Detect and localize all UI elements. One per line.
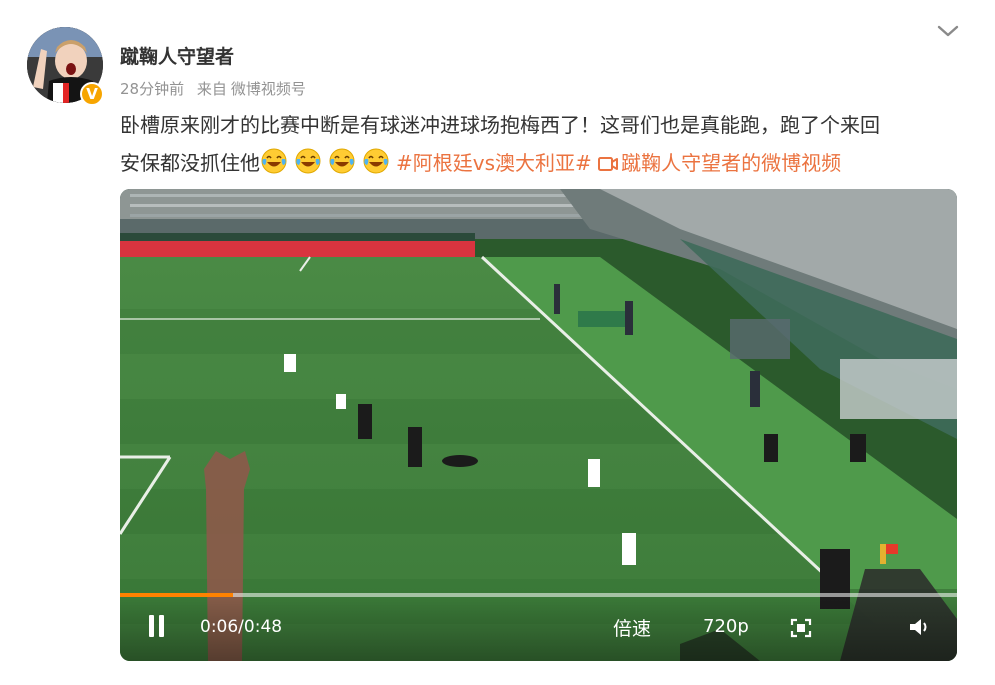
username[interactable]: 蹴鞠人守望者	[120, 42, 234, 69]
time-display: 0:06/0:48	[200, 617, 283, 637]
post-meta: 28分钟前 来自 微博视频号	[120, 78, 314, 99]
quality-button[interactable]: 720p	[703, 616, 749, 637]
emoji-group	[260, 148, 396, 175]
post-text-line2: 安保都没抓住他	[120, 151, 260, 175]
laughing-tears-emoji	[329, 148, 355, 174]
speed-button[interactable]: 倍速	[613, 614, 651, 641]
post-time[interactable]: 28分钟前	[120, 80, 184, 98]
post-text-line2-wrap: 安保都没抓住他 #阿根廷vs澳大利亚# 蹴鞠人守望者的微博视频	[120, 144, 960, 182]
pause-icon[interactable]	[146, 615, 166, 639]
video-link[interactable]: 蹴鞠人守望者的微博视频	[598, 151, 841, 175]
video-link-label: 蹴鞠人守望者的微博视频	[621, 151, 842, 175]
laughing-tears-emoji	[363, 148, 389, 174]
chevron-down-icon[interactable]	[935, 20, 961, 42]
fullscreen-icon[interactable]	[790, 618, 812, 638]
video-player[interactable]: 0:06/0:48 倍速 720p	[120, 189, 957, 661]
hashtag-link[interactable]: #阿根廷vs澳大利亚#	[396, 151, 592, 175]
source-prefix: 来自	[196, 80, 227, 98]
post-source[interactable]: 微博视频号	[231, 80, 306, 98]
verified-badge-icon: V	[80, 82, 104, 106]
video-controls: 0:06/0:48 倍速 720p	[120, 597, 957, 661]
laughing-tears-emoji	[295, 148, 321, 174]
volume-icon[interactable]	[908, 616, 932, 638]
laughing-tears-emoji	[261, 148, 287, 174]
video-camera-icon	[598, 157, 619, 171]
post-text: 卧槽原来刚才的比赛中断是有球迷冲进球场抱梅西了！这哥们也是真能跑，跑了个来回 安…	[120, 106, 960, 182]
post-text-line1: 卧槽原来刚才的比赛中断是有球迷冲进球场抱梅西了！这哥们也是真能跑，跑了个来回	[120, 113, 880, 137]
video-frame	[120, 189, 957, 661]
